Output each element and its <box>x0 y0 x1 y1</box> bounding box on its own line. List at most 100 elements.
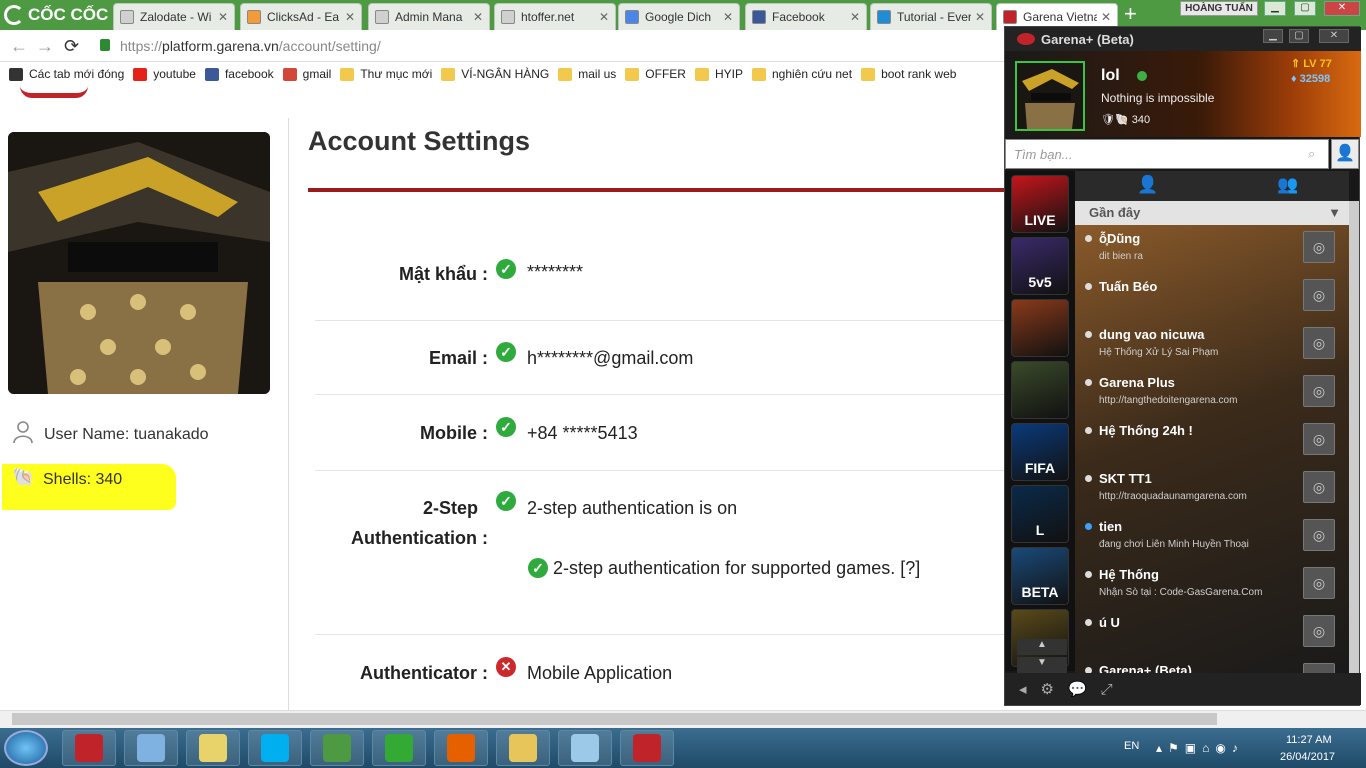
game-app-icon[interactable]: LIVE <box>1011 175 1069 233</box>
friend-avatar-icon[interactable]: ◎ <box>1303 423 1335 455</box>
browser-tab[interactable]: Zalodate - Wi ✕ <box>113 3 235 30</box>
back-icon[interactable]: ← <box>10 36 28 57</box>
bookmark-item[interactable]: VÍ-NGÂN HÀNG <box>441 67 549 81</box>
friend-avatar-icon[interactable]: ◎ <box>1303 471 1335 503</box>
friend-list-item[interactable]: Garena+ (Beta) ◎ <box>1075 657 1349 673</box>
friend-list-item[interactable]: Hệ Thống 24h ! ◎ <box>1075 417 1349 465</box>
taskbar-app-notepad[interactable] <box>558 730 612 766</box>
friend-avatar-icon[interactable]: ◎ <box>1303 567 1335 599</box>
clock-date[interactable]: 26/04/2017 <box>1280 751 1335 763</box>
back-circle-icon[interactable]: ◂ <box>1019 680 1027 698</box>
friend-avatar-icon[interactable]: ◎ <box>1303 615 1335 647</box>
new-tab-button[interactable]: + <box>1124 2 1137 26</box>
tab-close-icon[interactable]: ✕ <box>975 10 985 24</box>
bookmark-item[interactable]: HYIP <box>694 67 743 81</box>
language-indicator[interactable]: EN <box>1124 740 1139 752</box>
chat-icon[interactable]: 💬 <box>1068 680 1087 698</box>
garena-status-message[interactable]: Nothing is impossible <box>1101 91 1214 105</box>
friend-avatar-icon[interactable]: ◎ <box>1303 327 1335 359</box>
clock-time[interactable]: 11:27 AM <box>1286 734 1332 746</box>
bookmark-item[interactable]: facebook <box>204 67 274 81</box>
scroll-down-icon[interactable]: ▼ <box>1017 657 1067 673</box>
bookmark-item[interactable]: OFFER <box>625 67 686 81</box>
reload-icon[interactable]: ⟳ <box>64 36 79 57</box>
taskbar-app-checkmark[interactable] <box>372 730 426 766</box>
bookmark-item[interactable]: boot rank web <box>861 67 956 81</box>
minimize-button[interactable]: ▁ <box>1264 1 1286 16</box>
tab-close-icon[interactable]: ✕ <box>218 10 228 24</box>
game-app-icon[interactable]: BETA <box>1011 547 1069 605</box>
bookmark-item[interactable]: Các tab mới đóng <box>9 67 124 81</box>
friend-list-item[interactable]: SKT TT1 http://traoquadaunamgarena.com ◎ <box>1075 465 1349 513</box>
friend-avatar-icon[interactable]: ◎ <box>1303 519 1335 551</box>
recent-header[interactable]: Gần đây ▼ <box>1075 201 1349 225</box>
friends-tab-icon[interactable]: 👤 <box>1137 175 1158 195</box>
friend-avatar-icon[interactable]: ◎ <box>1303 375 1335 407</box>
friend-avatar-icon[interactable]: ◎ <box>1303 279 1335 311</box>
close-window-button[interactable]: ✕ <box>1324 1 1360 16</box>
scroll-up-icon[interactable]: ▲ <box>1017 639 1067 655</box>
friend-list-item[interactable]: ỗ̥Dũng dit bien ra ◎ <box>1075 225 1349 273</box>
friend-list-item[interactable]: Garena Plus http://tangthedoitengarena.co… <box>1075 369 1349 417</box>
friend-list-item[interactable]: Hệ Thống Nhận Sò tại : Code-GasGarena.Com… <box>1075 561 1349 609</box>
tray-icons[interactable]: ▴⚑▣⌂◉♪ <box>1156 741 1244 755</box>
friend-list-item[interactable]: dung vao nicuwa Hệ Thống Xử Lý Sai Phạm ◎ <box>1075 321 1349 369</box>
tab-close-icon[interactable]: ✕ <box>850 10 860 24</box>
scrollbar-thumb[interactable] <box>12 713 1217 725</box>
garena-maximize-button[interactable]: ▢ <box>1289 29 1309 43</box>
search-icon[interactable]: ⌕ <box>1308 146 1315 162</box>
taskbar-app-skype[interactable] <box>248 730 302 766</box>
friend-list-item[interactable]: Tuấn Béo ◎ <box>1075 273 1349 321</box>
friend-avatar-icon[interactable]: ◎ <box>1303 231 1335 263</box>
twostep-games-link[interactable]: 2-step authentication for supported game… <box>553 558 920 579</box>
garena-minimize-button[interactable]: ▁ <box>1263 29 1283 43</box>
tab-close-icon[interactable]: ✕ <box>599 10 609 24</box>
add-friend-icon[interactable]: 👤 <box>1331 139 1359 169</box>
game-app-icon[interactable]: 5v5 <box>1011 237 1069 295</box>
browser-tab[interactable]: Google Dich ✕ <box>618 3 740 30</box>
online-status-icon[interactable] <box>1137 71 1147 81</box>
taskbar-app-explorer[interactable] <box>496 730 550 766</box>
taskbar-app-firefox[interactable] <box>434 730 488 766</box>
taskbar-app-foxit[interactable] <box>620 730 674 766</box>
friend-list-item[interactable]: ú U ◎ <box>1075 609 1349 657</box>
bookmark-item[interactable]: gmail <box>282 67 331 81</box>
tab-close-icon[interactable]: ✕ <box>723 10 733 24</box>
game-app-icon[interactable] <box>1011 299 1069 357</box>
browser-tab[interactable]: Tutorial - Ever ✕ <box>870 3 992 30</box>
bookmark-item[interactable]: youtube <box>133 67 196 81</box>
groups-tab-icon[interactable]: 👥 <box>1277 175 1298 195</box>
start-button[interactable] <box>4 730 48 766</box>
taskbar-app-garena[interactable] <box>62 730 116 766</box>
tab-close-icon[interactable]: ✕ <box>345 10 355 24</box>
taskbar-app-coccoc[interactable] <box>310 730 364 766</box>
bookmark-item[interactable]: Thư mục mới <box>340 67 432 81</box>
bookmark-item[interactable]: mail us <box>558 67 616 81</box>
garena-avatar[interactable] <box>1015 61 1085 131</box>
game-app-icon[interactable]: L <box>1011 485 1069 543</box>
garena-close-button[interactable]: ✕ <box>1319 29 1349 43</box>
taskbar-app-box[interactable] <box>124 730 178 766</box>
friend-list-scrollbar[interactable] <box>1349 201 1359 673</box>
taskbar-app-folder-mix[interactable] <box>186 730 240 766</box>
browser-tab[interactable]: Admin Mana ✕ <box>368 3 490 30</box>
gear-icon[interactable]: ⚙ <box>1041 680 1054 698</box>
browser-profile-badge[interactable]: HOÀNG TUẤN <box>1180 1 1258 16</box>
game-app-icon[interactable]: FIFA <box>1011 423 1069 481</box>
browser-logo[interactable]: CỐC CỐC <box>4 2 110 28</box>
game-app-icon[interactable] <box>1011 361 1069 419</box>
browser-tab[interactable]: htoffer.net ✕ <box>494 3 616 30</box>
browser-tab[interactable]: ClicksAd - Ea ✕ <box>240 3 362 30</box>
browser-tab[interactable]: Facebook ✕ <box>745 3 867 30</box>
friend-avatar-icon[interactable]: ◎ <box>1303 663 1335 673</box>
maximize-button[interactable]: ▢ <box>1294 1 1316 16</box>
forward-icon[interactable]: → <box>36 36 54 57</box>
bookmark-item[interactable]: nghiên cứu net <box>751 67 852 81</box>
url-field[interactable]: https://platform.garena.vn/account/setti… <box>120 38 381 54</box>
friend-list-item[interactable]: tien đang chơi Liên Minh Huyền Thoại ◎ <box>1075 513 1349 561</box>
tab-close-icon[interactable]: ✕ <box>473 10 483 24</box>
chevron-down-icon[interactable]: ▼ <box>1328 201 1341 225</box>
expand-icon[interactable]: ⤢ <box>1101 681 1113 698</box>
friend-search-input[interactable]: Tìm bạn... ⌕ <box>1005 139 1329 169</box>
tab-close-icon[interactable]: ✕ <box>1101 10 1111 24</box>
